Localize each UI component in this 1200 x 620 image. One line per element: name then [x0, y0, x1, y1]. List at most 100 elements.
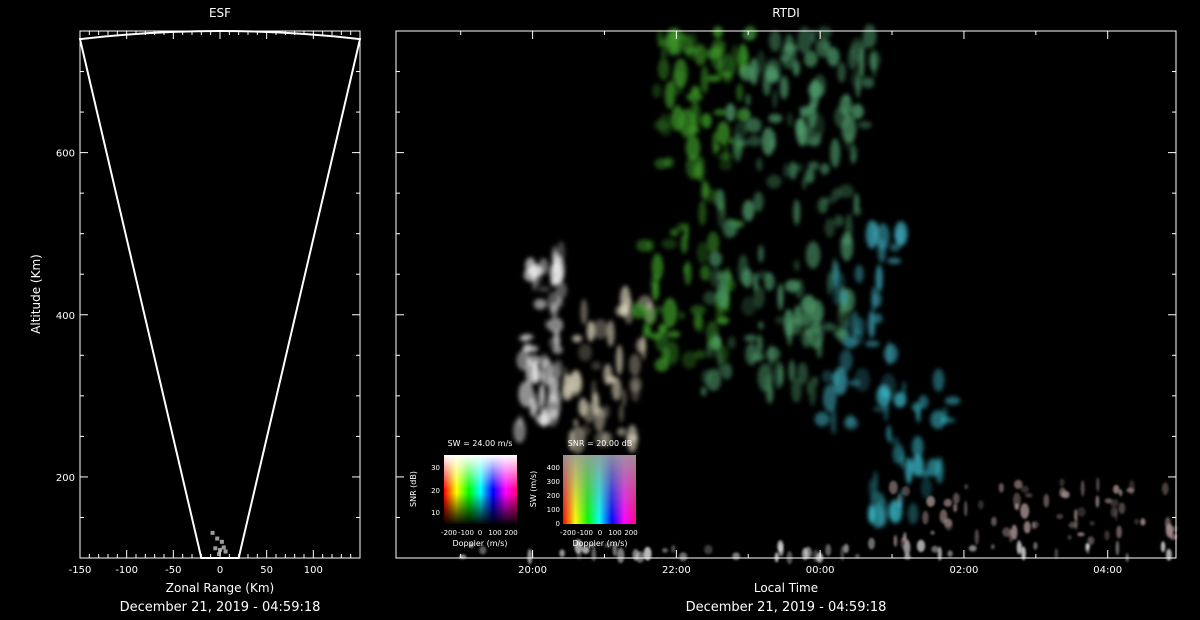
rtdi-echo — [1173, 525, 1178, 532]
rtdi-echo — [814, 376, 818, 386]
rtdi-echo — [756, 334, 763, 354]
rtdi-echo — [765, 58, 781, 79]
rtdi-echo — [741, 296, 757, 317]
rtdi-echo — [939, 509, 948, 524]
rtdi-echo — [716, 271, 732, 283]
rtdi-echo — [808, 81, 824, 99]
legend-snr-xtick: -100 — [577, 529, 593, 537]
rtdi-echo — [708, 251, 723, 267]
rtdi-echo — [727, 336, 736, 350]
rtdi-echo — [1020, 503, 1030, 519]
rtdi-echo — [629, 353, 641, 376]
rtdi-echo — [875, 264, 883, 293]
rtdi-echo — [629, 376, 642, 393]
legend-snr-ytick: 100 — [547, 506, 560, 514]
legend-sw-ytick: 20 — [431, 487, 440, 495]
rtdi-echo — [1118, 489, 1123, 497]
rtdi-echo — [661, 49, 667, 58]
rtdi-echo — [783, 43, 799, 53]
rtdi-echo — [652, 83, 662, 99]
esf-ticks: -150 -100 -50 0 50 100 200 400 600 — [56, 31, 361, 576]
rtdi-echo — [615, 305, 624, 317]
rtdi-echo — [741, 52, 748, 62]
rtdi-echo — [700, 265, 711, 281]
rtdi-echo — [1074, 509, 1078, 520]
rtdi-echo — [1114, 507, 1118, 522]
rtdi-echo — [749, 58, 759, 85]
rtdi-xtick-label: 04:00 — [1093, 565, 1122, 576]
rtdi-echo — [830, 407, 837, 436]
rtdi-echo — [766, 174, 782, 189]
rtdi-echo — [1162, 482, 1169, 496]
esf-xtick-label: -50 — [165, 565, 181, 576]
rtdi-echo — [641, 333, 646, 361]
rtdi-echo — [772, 90, 778, 109]
rtdi-echo — [872, 221, 879, 245]
rtdi-echo — [854, 367, 870, 392]
rtdi-echo — [679, 552, 688, 562]
esf-xtick-label: -100 — [115, 565, 138, 576]
rtdi-echo — [698, 200, 707, 226]
rtdi-echo — [768, 113, 783, 124]
rtdi-echo — [578, 397, 588, 417]
rtdi-echo — [833, 214, 844, 227]
rtdi-echo — [1054, 548, 1059, 560]
rtdi-echo — [832, 371, 840, 387]
rtdi-echo — [787, 112, 793, 127]
rtdi-echo — [834, 105, 850, 129]
legend-sw-title: SW = 24.00 m/s — [448, 439, 513, 448]
rtdi-echo — [1134, 518, 1139, 525]
rtdi-echo — [573, 419, 578, 427]
esf-xtick-label: -150 — [69, 565, 92, 576]
rtdi-echo — [1140, 518, 1146, 526]
rtdi-echo — [907, 502, 919, 525]
rtdi-echo — [840, 231, 854, 262]
rtdi-echo — [793, 163, 804, 172]
rtdi-echo — [586, 320, 596, 342]
esf-echo-point — [219, 539, 224, 544]
rtdi-echo — [845, 93, 850, 102]
rtdi-echo — [533, 298, 547, 310]
rtdi-echo — [990, 544, 995, 550]
rtdi-echo — [591, 547, 597, 561]
rtdi-echo — [916, 539, 926, 553]
legend-snr-ytick: 0 — [556, 520, 560, 528]
rtdi-echo — [732, 552, 741, 560]
rtdi-echo — [715, 189, 725, 211]
rtdi-echo — [793, 305, 802, 327]
legend-sw-ytick: 10 — [431, 509, 440, 517]
legend-sw: SW = 24.00 m/s SNR (dB) 30 20 10 -200 -1… — [409, 439, 518, 548]
rtdi-echo — [855, 74, 861, 99]
legend-sw-xtick: 200 — [504, 529, 517, 537]
rtdi-echo — [783, 308, 794, 338]
rtdi-echo — [701, 386, 707, 397]
rtdi-echo — [778, 544, 784, 557]
rtdi-echo — [1033, 542, 1038, 550]
rtdi-echo — [742, 199, 755, 222]
rtdi-echo — [774, 552, 779, 563]
rtdi-echo — [758, 321, 764, 330]
rtdi-echo — [890, 501, 895, 522]
rtdi-echo — [745, 93, 751, 106]
esf-echo-point — [215, 536, 220, 541]
rtdi-echo — [1104, 498, 1113, 504]
rtdi-echo — [953, 503, 958, 513]
rtdi-echo — [769, 30, 781, 52]
esf-ytick-label: 400 — [56, 311, 75, 322]
rtdi-echo — [978, 500, 984, 510]
rtdi-echo — [662, 548, 668, 553]
rtdi-xtick-label: 20:00 — [518, 565, 547, 576]
rtdi-echo — [1118, 502, 1126, 514]
legend-snr-xtick: 0 — [598, 529, 602, 537]
rtdi-echo — [830, 138, 841, 168]
rtdi-echo — [1014, 479, 1023, 489]
rtdi-echo — [725, 218, 739, 237]
legend-sw-xtick: -100 — [458, 529, 474, 537]
rtdi-echo — [621, 389, 627, 407]
legend-snr: SNR = 20.00 dB SW (m/s) 400 300 200 100 … — [529, 439, 638, 548]
rtdi-echo — [943, 498, 952, 507]
rtdi-echo — [744, 334, 757, 343]
rtdi-echo — [738, 254, 749, 285]
esf-ylabel: Altitude (Km) — [29, 254, 43, 334]
rtdi-echo — [783, 163, 790, 178]
